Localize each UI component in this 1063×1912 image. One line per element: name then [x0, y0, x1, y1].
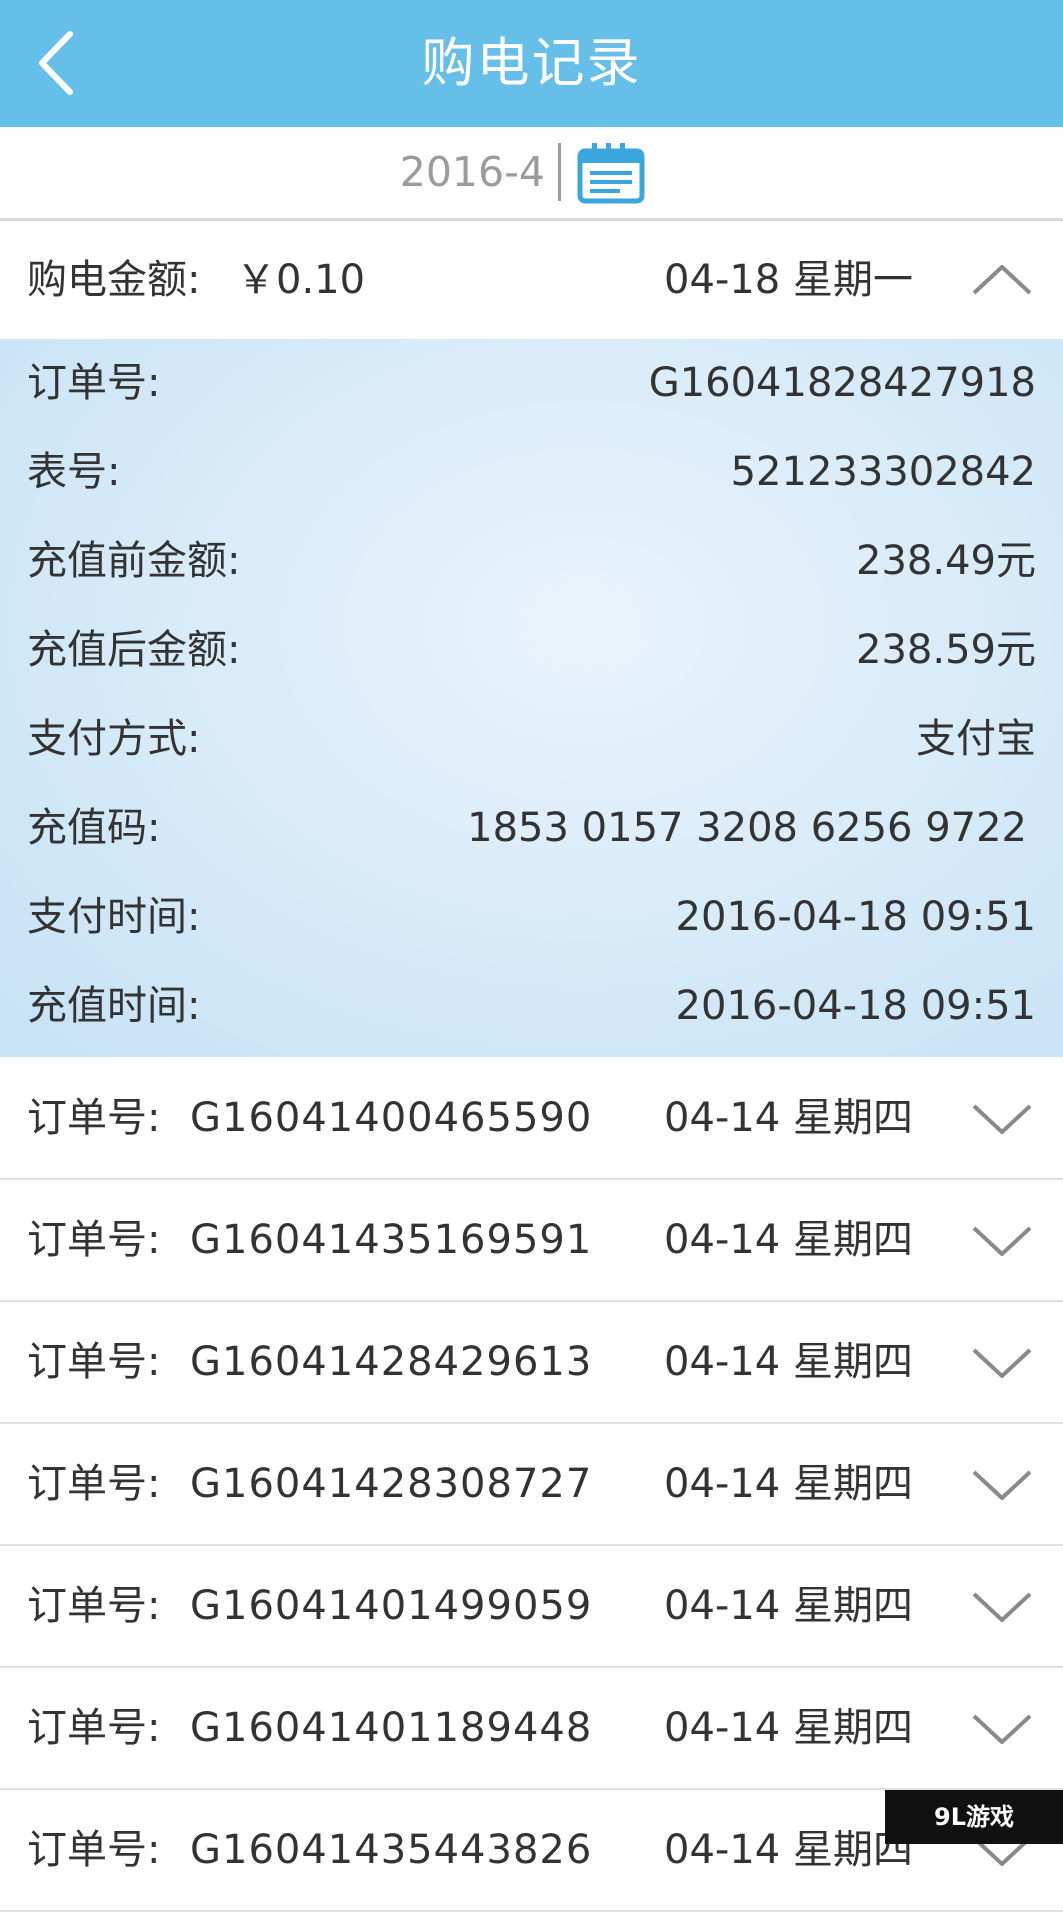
order-label: 订单号: — [27, 1217, 161, 1263]
chevron-down-icon — [972, 1226, 1032, 1256]
detail-label: 充值时间: — [27, 983, 201, 1029]
order-label: 订单号: — [27, 1095, 161, 1141]
order-label: 订单号: — [27, 1705, 161, 1751]
order-number: G16041401499059 — [190, 1583, 593, 1629]
record-row[interactable]: 订单号: G16041428308727 04-14 星期四 — [0, 1424, 1063, 1546]
chevron-down-icon — [972, 1714, 1032, 1744]
record-details-panel: 订单号: G16041828427918 表号: 521233302842 充值… — [0, 339, 1063, 1057]
order-number: G16041428308727 — [190, 1461, 593, 1507]
detail-value: 1853 0157 3208 6256 9722 — [467, 805, 1027, 851]
detail-row-recharge-time: 充值时间: 2016-04-18 09:51 — [0, 962, 1063, 1051]
detail-label: 支付方式: — [27, 716, 201, 762]
record-row[interactable]: 订单号: G16041435169591 04-14 星期四 — [0, 1180, 1063, 1302]
detail-value: 2016-04-18 09:51 — [675, 894, 1036, 940]
chevron-up-icon — [972, 265, 1032, 295]
detail-label: 订单号: — [27, 360, 161, 406]
detail-row-balance-after: 充值后金额: 238.59元 — [0, 606, 1063, 695]
expand-toggle[interactable] — [970, 1344, 1034, 1384]
detail-row-order-no: 订单号: G16041828427918 — [0, 339, 1063, 428]
app-header: 购电记录 — [0, 0, 1063, 127]
chevron-down-icon — [972, 1592, 1032, 1622]
expand-toggle[interactable] — [970, 1222, 1034, 1262]
detail-row-balance-before: 充值前金额: 238.49元 — [0, 517, 1063, 606]
detail-row-recharge-code: 充值码: 1853 0157 3208 6256 9722 — [0, 784, 1063, 873]
chevron-down-icon — [972, 1470, 1032, 1500]
amount-value: ￥0.10 — [236, 257, 366, 303]
expand-toggle[interactable] — [970, 1588, 1034, 1628]
page-title: 购电记录 — [421, 33, 642, 94]
detail-label: 表号: — [27, 449, 121, 495]
chevron-down-icon — [972, 1348, 1032, 1378]
record-date: 04-14 星期四 — [664, 1339, 913, 1385]
detail-value: 支付宝 — [916, 716, 1036, 762]
detail-label: 充值前金额: — [27, 538, 241, 584]
detail-row-payment-method: 支付方式: 支付宝 — [0, 695, 1063, 784]
record-date: 04-14 星期四 — [664, 1705, 913, 1751]
detail-value: 238.59元 — [856, 627, 1036, 673]
record-row[interactable]: 订单号: G16041401499059 04-14 星期四 — [0, 1546, 1063, 1668]
expanded-record-header[interactable]: 购电金额: ￥0.10 04-18 星期一 — [0, 221, 1063, 339]
detail-value: 2016-04-18 09:51 — [675, 983, 1036, 1029]
month-selector-bar: 2016-4 — [0, 127, 1063, 221]
record-date: 04-14 星期四 — [664, 1095, 913, 1141]
chevron-down-icon — [972, 1104, 1032, 1134]
detail-value: 521233302842 — [730, 449, 1036, 495]
watermark-text: 9L游戏 — [934, 1803, 1014, 1831]
order-label: 订单号: — [27, 1827, 161, 1873]
detail-label: 充值后金额: — [27, 627, 241, 673]
order-number: G16041401189448 — [190, 1705, 593, 1751]
order-label: 订单号: — [27, 1339, 161, 1385]
order-number: G16041400465590 — [190, 1095, 593, 1141]
detail-label: 充值码: — [27, 805, 161, 851]
record-row[interactable]: 订单号: G16041401189448 04-14 星期四 — [0, 1668, 1063, 1790]
detail-row-meter-no: 表号: 521233302842 — [0, 428, 1063, 517]
current-month[interactable]: 2016-4 — [400, 127, 545, 218]
order-number: G16041435443826 — [190, 1827, 593, 1873]
order-number: G16041428429613 — [190, 1339, 593, 1385]
record-date: 04-14 星期四 — [664, 1827, 913, 1873]
detail-row-payment-time: 支付时间: 2016-04-18 09:51 — [0, 873, 1063, 962]
expand-toggle[interactable] — [970, 1100, 1034, 1140]
record-row[interactable]: 订单号: G16041428429613 04-14 星期四 — [0, 1302, 1063, 1424]
detail-label: 支付时间: — [27, 894, 201, 940]
order-number: G16041435169591 — [190, 1217, 593, 1263]
record-row[interactable]: 订单号: G16041400465590 04-14 星期四 — [0, 1058, 1063, 1180]
amount-label: 购电金额: — [27, 257, 201, 303]
collapse-toggle[interactable] — [970, 259, 1034, 299]
order-label: 订单号: — [27, 1461, 161, 1507]
calendar-icon — [577, 143, 645, 204]
expand-toggle[interactable] — [970, 1466, 1034, 1506]
order-label: 订单号: — [27, 1583, 161, 1629]
site-watermark-logo: 9L游戏 — [885, 1790, 1063, 1844]
expand-toggle[interactable] — [970, 1710, 1034, 1750]
record-date: 04-14 星期四 — [664, 1583, 913, 1629]
detail-value: 238.49元 — [856, 538, 1036, 584]
record-date: 04-18 星期一 — [664, 257, 913, 303]
calendar-button[interactable] — [576, 141, 646, 205]
month-divider — [558, 143, 561, 201]
record-date: 04-14 星期四 — [664, 1217, 913, 1263]
record-date: 04-14 星期四 — [664, 1461, 913, 1507]
detail-value: G16041828427918 — [648, 360, 1036, 406]
